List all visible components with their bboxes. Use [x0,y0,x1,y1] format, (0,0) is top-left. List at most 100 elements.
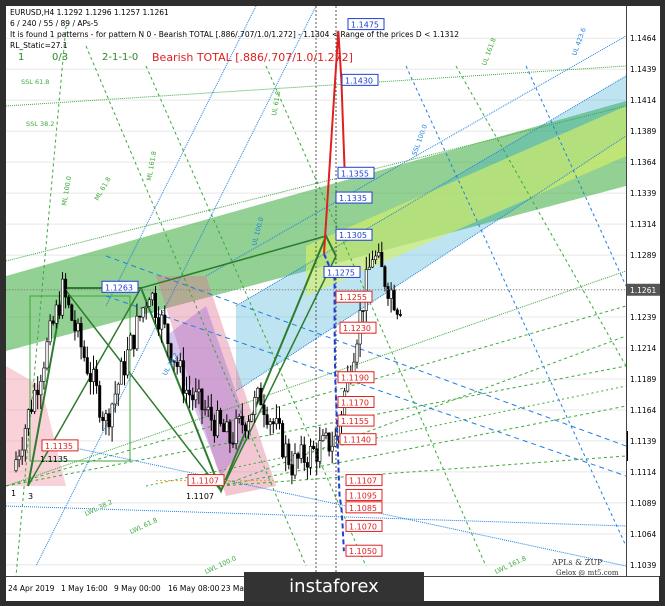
pattern-title: Bearish TOTAL [.886/.707/1.0/1.272] [152,51,353,64]
counter-3: 2-1-1-0 [102,52,139,63]
watermark-text: instaforex [289,576,379,597]
pivot-label: 3 [28,492,33,501]
candle-up [355,343,359,363]
fib-annotation: UL 161.8 [480,37,497,67]
candle-up [116,383,120,395]
candle-up [113,393,117,405]
candle-up [203,409,207,411]
candle-up [126,349,130,376]
candle-down [231,442,235,445]
candle-down [188,389,192,396]
candle-down [222,423,226,433]
candle-down [392,289,396,311]
candle-up [129,334,133,351]
chart-window: 1.1475 1.1430 1.1355 1.1335 1.1305 1.1275 1.12… [0,0,665,606]
candle-up [194,391,198,401]
candle-down [398,314,402,316]
time-tick-label: 16 May 08:00 [168,584,220,593]
candle-up [216,410,220,437]
price-tick-label: 1.1089 [630,499,656,508]
price-tick-label: 1.1189 [630,375,656,384]
candle-up [20,449,24,457]
candle-down [154,292,158,318]
candle-up [48,320,52,343]
candle-down [132,334,136,350]
price-tick-label: 1.1139 [630,437,656,446]
price-tick-label: 1.1239 [630,313,656,322]
candle-down [157,317,161,330]
price-tick-label: 1.1039 [630,561,656,570]
level-label-red: 1.1050 [349,547,377,556]
candle-up [185,389,189,394]
fib-annotation: ML 161.8 [145,151,158,182]
plot-area[interactable]: 1.1475 1.1430 1.1355 1.1335 1.1305 1.1275 1.12… [6,6,626,576]
candle-up [321,435,325,441]
level-label-red: 1.1107 [349,477,377,486]
candle-down [380,252,384,268]
candle-up [160,314,164,330]
price-tick-label: 1.1464 [630,34,656,43]
candle-up [374,255,378,261]
candle-down [240,416,244,426]
level-label-red: 1.1255 [339,293,367,302]
candle-down [163,314,167,325]
candle-up [76,323,80,332]
pivot-label: 1.1135 [40,455,68,464]
candle-down [243,424,247,432]
watermark-logo: instaforex [244,572,424,602]
candle-down [101,416,105,421]
candle-up [14,459,18,471]
candle-down [51,320,55,324]
candle-down [290,464,294,476]
level-label-blue: 1.1335 [339,194,367,203]
candle-up [26,409,30,429]
candle-up [45,341,49,369]
candle-up [250,414,254,422]
candle-up [39,381,43,396]
candle-down [70,304,74,321]
static-info: RL_Static=27.1 [10,41,68,50]
candle-up [178,360,182,367]
level-label-blue: 1.1263 [105,283,133,292]
price-tick-label: 1.1414 [630,96,656,105]
candle-down [277,418,281,424]
chart-svg: 1.1475 1.1430 1.1355 1.1335 1.1305 1.1275 1.12… [6,6,626,576]
candle-down [383,266,387,287]
price-tick-label: 1.1164 [630,406,656,415]
candle-down [212,419,216,437]
candle-down [287,443,291,465]
price-axis[interactable]: 1.1464 1.1439 1.1414 1.1389 1.1364 1.1339 1.13… [626,6,660,576]
candle-up [274,418,278,425]
price-tick-label: 1.1289 [630,251,656,260]
candle-down [312,446,316,449]
candle-up [324,432,328,436]
candle-up [330,445,334,452]
fib-annotation: LWL 61.8 [128,516,158,536]
candle-down [327,432,331,452]
candle-down [79,323,83,348]
price-tick-label: 1.1314 [630,220,656,229]
price-tick-label: 1.1389 [630,127,656,136]
counter-2: 0/3 [52,52,69,63]
fan-line-5 [220,455,626,487]
level-label-blue: 1.1275 [327,268,355,277]
candle-up [33,389,37,412]
level-label-red: 1.1190 [341,374,369,383]
candle-down [302,444,306,463]
time-tick-label: 24 Apr 2019 [8,584,55,593]
candle-up [293,453,297,476]
price-tick-label: 1.1339 [630,189,656,198]
current-price-label: 1.1261 [630,286,656,295]
level-label-red: 1.1140 [343,436,371,445]
level-label-blue: 1.1355 [341,169,369,178]
candle-down [209,406,213,421]
candle-up [299,444,303,459]
candle-up [234,418,238,444]
candle-down [181,360,185,394]
price-tick-label: 1.1364 [630,158,656,167]
candle-down [95,369,99,386]
candle-up [333,435,337,447]
pivot-label: 1 [11,489,16,498]
candle-up [42,367,46,382]
candle-down [305,462,309,468]
